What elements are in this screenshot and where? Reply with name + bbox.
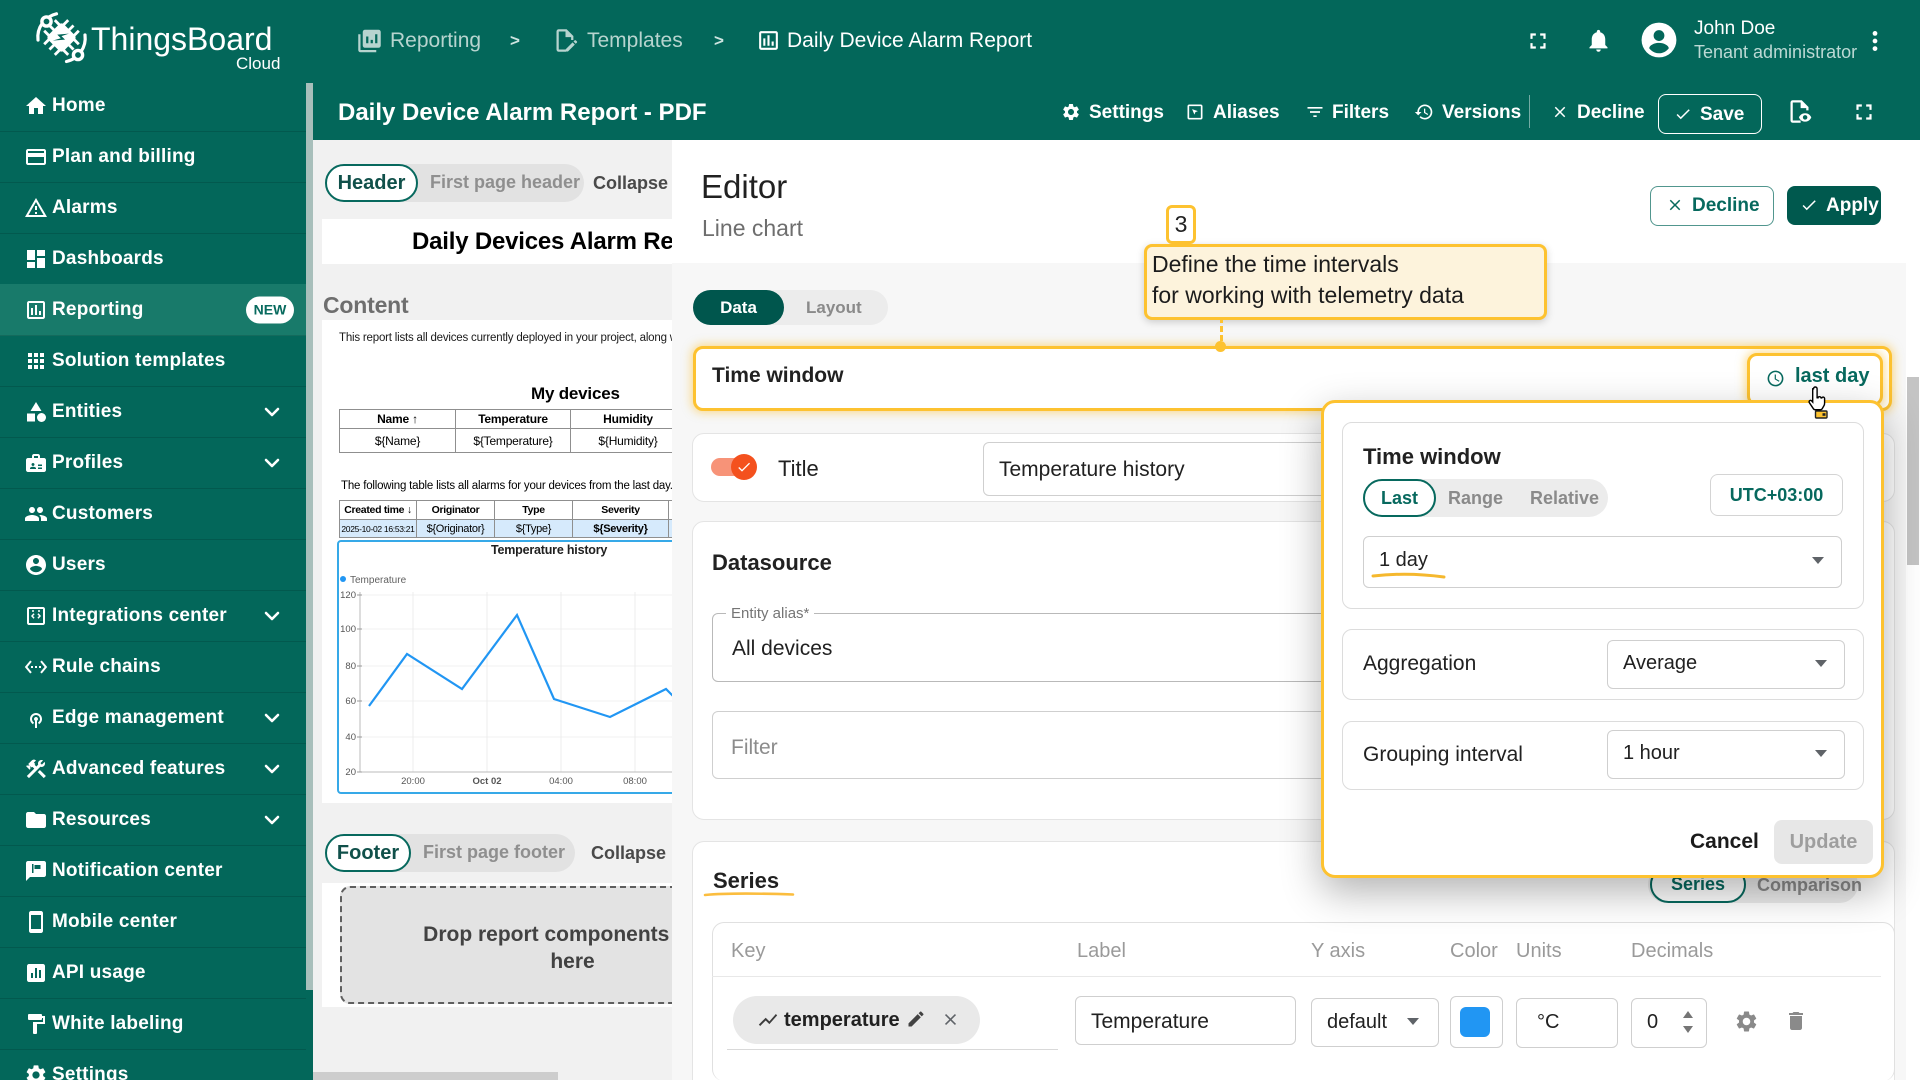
svg-text:120: 120 bbox=[340, 590, 356, 601]
svg-text:Temperature: Temperature bbox=[350, 575, 407, 586]
svg-text:Oct 02: Oct 02 bbox=[472, 776, 501, 787]
svg-text:40: 40 bbox=[345, 732, 356, 743]
svg-text:100: 100 bbox=[340, 624, 356, 635]
svg-text:60: 60 bbox=[345, 696, 356, 707]
svg-text:80: 80 bbox=[345, 661, 356, 672]
svg-text:20:00: 20:00 bbox=[401, 776, 425, 787]
svg-text:08:00: 08:00 bbox=[623, 776, 647, 787]
svg-text:20: 20 bbox=[345, 767, 356, 778]
svg-text:04:00: 04:00 bbox=[549, 776, 573, 787]
